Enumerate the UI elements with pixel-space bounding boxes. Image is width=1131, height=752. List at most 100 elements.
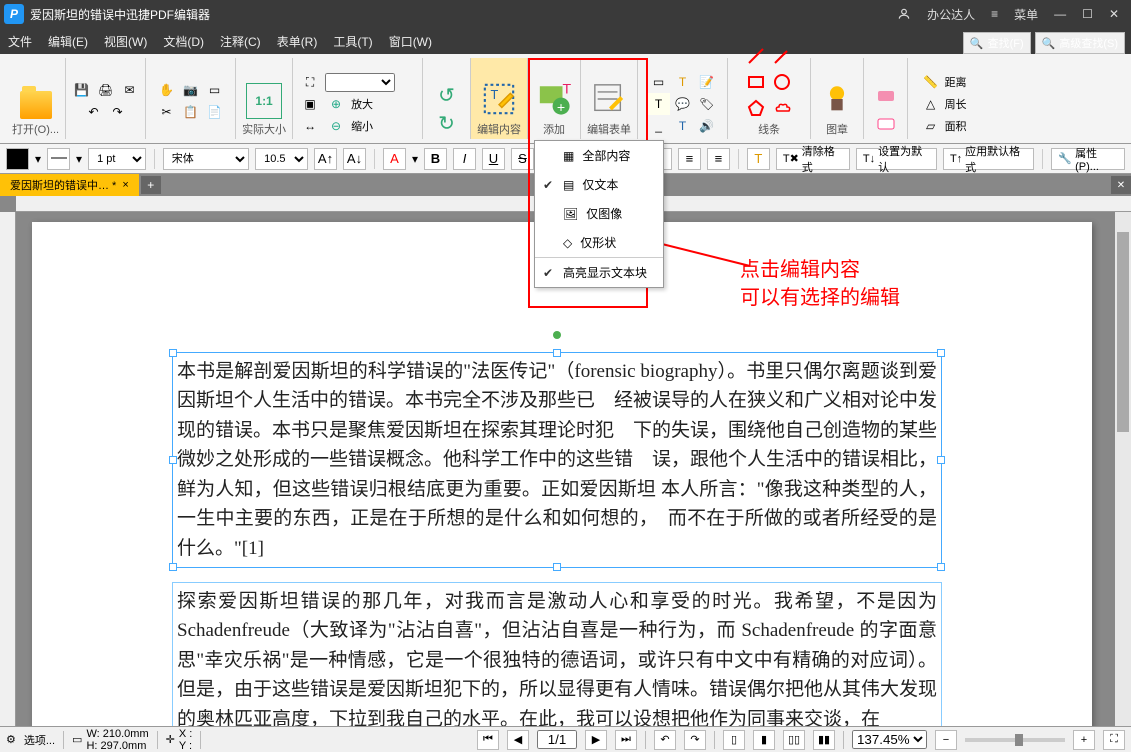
dropdown-highlight[interactable]: ✔高亮显示文本块 [535,258,663,287]
chevron-down-icon[interactable]: ▾ [76,152,82,166]
chevron-down-icon[interactable]: ▾ [35,152,41,166]
undo-icon[interactable]: ↶ [83,101,105,123]
set-default-button[interactable]: T↓设置为默认 [856,148,937,170]
zoom-status-select[interactable]: 137.45% [852,730,927,749]
rotate-right-icon[interactable]: ↻ [433,109,461,137]
zoom-slider[interactable] [965,738,1065,742]
add-icon[interactable]: T+ [534,79,574,119]
bold-button[interactable]: B [424,148,447,170]
eraser-icon[interactable] [872,81,900,109]
open-icon[interactable] [20,91,52,119]
menu-form[interactable]: 表单(R) [277,33,318,50]
zoom-slider-thumb[interactable] [1015,734,1023,746]
font-color-button[interactable]: A [383,148,406,170]
highlight-icon[interactable]: T [648,93,670,115]
circle-icon[interactable] [771,71,793,93]
menu-comment[interactable]: 注释(C) [220,33,261,50]
menu-document[interactable]: 文档(D) [163,33,204,50]
dropdown-text[interactable]: ✔▤仅文本 [535,170,663,199]
edit-content-label[interactable]: 编辑内容 [477,121,521,137]
resize-handle[interactable] [937,456,945,464]
font-size-select[interactable]: 10.5 [255,148,308,170]
snapshot-icon[interactable]: 📷 [180,79,202,101]
callout-icon[interactable]: 💬 [672,93,694,115]
nav-fwd-button[interactable]: ↷ [684,730,706,750]
minimize-button[interactable]: — [1046,0,1074,28]
close-button[interactable]: ✕ [1101,0,1127,28]
align-justify-button[interactable]: ≡ [707,148,730,170]
lines-label[interactable]: 线条 [758,121,780,137]
tab-close-icon[interactable]: × [122,179,128,191]
menu-view[interactable]: 视图(W) [104,33,147,50]
polygon-icon[interactable] [745,97,767,119]
cut-icon[interactable]: ✂ [156,101,178,123]
note-icon[interactable]: 📝 [696,71,718,93]
fill-color-button[interactable] [6,148,29,170]
edit-content-icon[interactable]: T [479,79,519,119]
apply-default-button[interactable]: T↑应用默认格式 [943,148,1035,170]
font-family-select[interactable]: 宋体 [163,148,249,170]
stamp-label[interactable]: 图章 [826,121,848,137]
realsize-icon[interactable]: 1:1 [246,83,282,119]
next-page-button[interactable]: ▶ [585,730,607,750]
select-icon[interactable]: ▭ [204,79,226,101]
user-label[interactable]: 办公达人 [919,0,983,28]
nav-back-button[interactable]: ↶ [654,730,676,750]
print-icon[interactable]: 🖨 [95,79,117,101]
add-label[interactable]: 添加 [543,121,565,137]
adv-find-button[interactable]: 🔍高级查找(S) [1035,32,1125,54]
chevron-down-icon[interactable]: ▾ [412,152,418,166]
resize-handle[interactable] [937,563,945,571]
zoom-select[interactable]: 137.45% [325,73,395,92]
prev-page-button[interactable]: ◀ [507,730,529,750]
area-icon[interactable]: ▱ [920,115,942,137]
line-color-button[interactable] [47,148,70,170]
copy-icon[interactable]: 📋 [180,101,202,123]
menu-window[interactable]: 窗口(W) [389,33,432,50]
zoomout-icon[interactable]: ⊖ [325,115,347,137]
layout-single-button[interactable]: ▯ [723,730,745,750]
textbox-icon[interactable]: ▭ [648,71,670,93]
highlight-text-button[interactable]: T [747,148,770,170]
menu-label[interactable]: 菜单 [1006,0,1046,28]
dropdown-shape[interactable]: ◇仅形状 [535,228,663,257]
resize-handle[interactable] [169,563,177,571]
first-page-button[interactable]: ⏮ [477,730,499,750]
save-icon[interactable]: 💾 [71,79,93,101]
fit-width-icon[interactable]: ↔ [299,115,321,137]
dropdown-all[interactable]: ▦全部内容 [535,141,663,170]
underline-button[interactable]: U [482,148,505,170]
rotate-handle[interactable] [553,331,561,339]
layout-cont-button[interactable]: ▮ [753,730,775,750]
mail-icon[interactable]: ✉ [119,79,141,101]
cloud-icon[interactable] [771,97,793,119]
line-width-select[interactable]: 1 pt [88,148,146,170]
zoom-in-button[interactable]: + [1073,730,1095,750]
zoom-out-button[interactable]: − [935,730,957,750]
find-button[interactable]: 🔍查找(F) [963,32,1031,54]
properties-button[interactable]: 🔧属性(P)... [1051,148,1125,170]
italic-button[interactable]: I [453,148,476,170]
fullscreen-button[interactable]: ⛶ [1103,730,1125,750]
rect-icon[interactable] [745,71,767,93]
align-right-button[interactable]: ≡ [678,148,701,170]
stamp-sm-icon[interactable]: 🏷 [696,93,718,115]
resize-handle[interactable] [937,349,945,357]
edit-form-label[interactable]: 编辑表单 [587,121,631,137]
resize-handle[interactable] [553,349,561,357]
pdf-page[interactable]: 本书是解剖爱因斯坦的科学错误的"法医传记"（forensic biography… [32,222,1092,726]
rotate-left-icon[interactable]: ↺ [433,81,461,109]
gear-icon[interactable]: ⚙ [6,733,16,746]
maximize-button[interactable]: ☐ [1074,0,1101,28]
perimeter-icon[interactable]: △ [920,93,942,115]
text-block-2[interactable]: 探索爱因斯坦错误的那几年，对我而言是激动人心和享受的时光。我希望，不是因为 Sc… [172,582,942,726]
eraser2-icon[interactable] [872,109,900,137]
underline-icon[interactable]: _ [648,115,670,137]
close-all-tabs-button[interactable]: ✕ [1111,176,1131,194]
sound-icon[interactable]: 🔊 [696,115,718,137]
text-block-selected[interactable]: 本书是解剖爱因斯坦的科学错误的"法医传记"（forensic biography… [172,352,942,568]
resize-handle[interactable] [553,563,561,571]
zoomin-icon[interactable]: ⊕ [325,93,347,115]
options-button[interactable]: 选项... [24,732,55,748]
distance-icon[interactable]: 📏 [920,71,942,93]
